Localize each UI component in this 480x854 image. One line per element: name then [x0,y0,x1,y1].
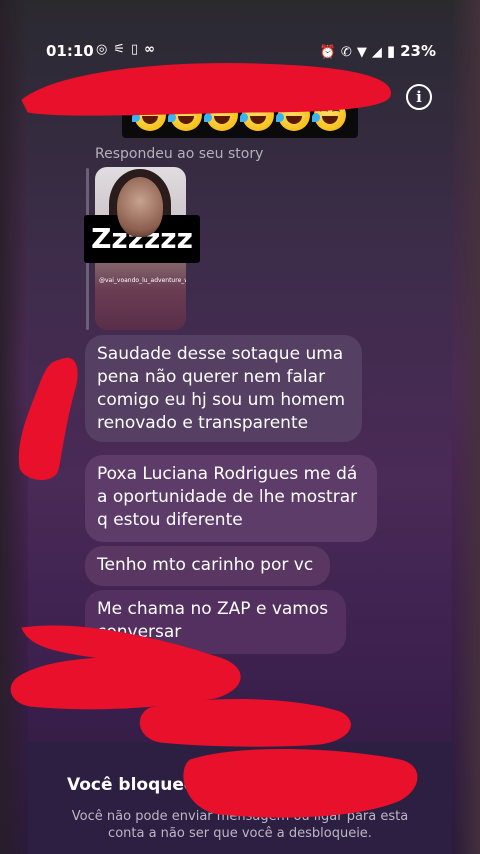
wifi-calling-icon: ⚟ [113,42,131,57]
instagram-icon: ◎ [96,42,114,57]
rofl-emoji-icon [312,99,346,131]
rofl-emoji-icon [168,99,202,131]
battery-level: 23% [400,42,436,60]
status-right-icons: ⏰ ✆ ▼ ◢ ▮ 23% [315,42,436,60]
status-time: 01:10 [46,42,94,60]
signal-icon: ◢ [371,45,382,60]
message-bubble[interactable]: Me chama no ZAP e vamos conversar [85,590,346,654]
phone-icon: ▯ [131,42,145,57]
message-bubble[interactable]: Tenho mto carinho por vc [85,546,330,586]
status-left-icons: ◎⚟▯∞ [96,42,161,57]
call-icon: ✆ [340,45,352,60]
rofl-emoji-icon [240,99,274,131]
message-bubble[interactable]: Poxa Luciana Rodrigues me dá a oportunid… [85,455,377,542]
info-icon[interactable]: i [406,84,432,110]
story-reply-label: Respondeu ao seu story [95,146,264,162]
reaction-emoji-box [122,92,358,138]
story-face [117,177,163,237]
message-bubble-redacted[interactable] [85,656,230,696]
message-bubble[interactable]: Saudade desse sotaque uma pena não quere… [85,335,362,442]
voicemail-icon: ∞ [144,42,161,57]
rofl-emoji-icon [276,99,310,131]
story-handle: @vai_voando_lu_adventure_world [99,277,186,284]
wifi-icon: ▼ [356,45,367,60]
status-bar: 01:10 ◎⚟▯∞ ⏰ ✆ ▼ ◢ ▮ 23% [28,36,452,66]
battery-indicator: ▮ 23% [386,42,436,60]
blocked-description: Você não pode enviar mensagem ou ligar p… [71,809,409,841]
alarm-icon: ⏰ [319,45,336,60]
rofl-emoji-icon [132,99,166,131]
blocked-title: Você bloqueo [67,775,196,795]
rofl-emoji-icon [204,99,238,131]
